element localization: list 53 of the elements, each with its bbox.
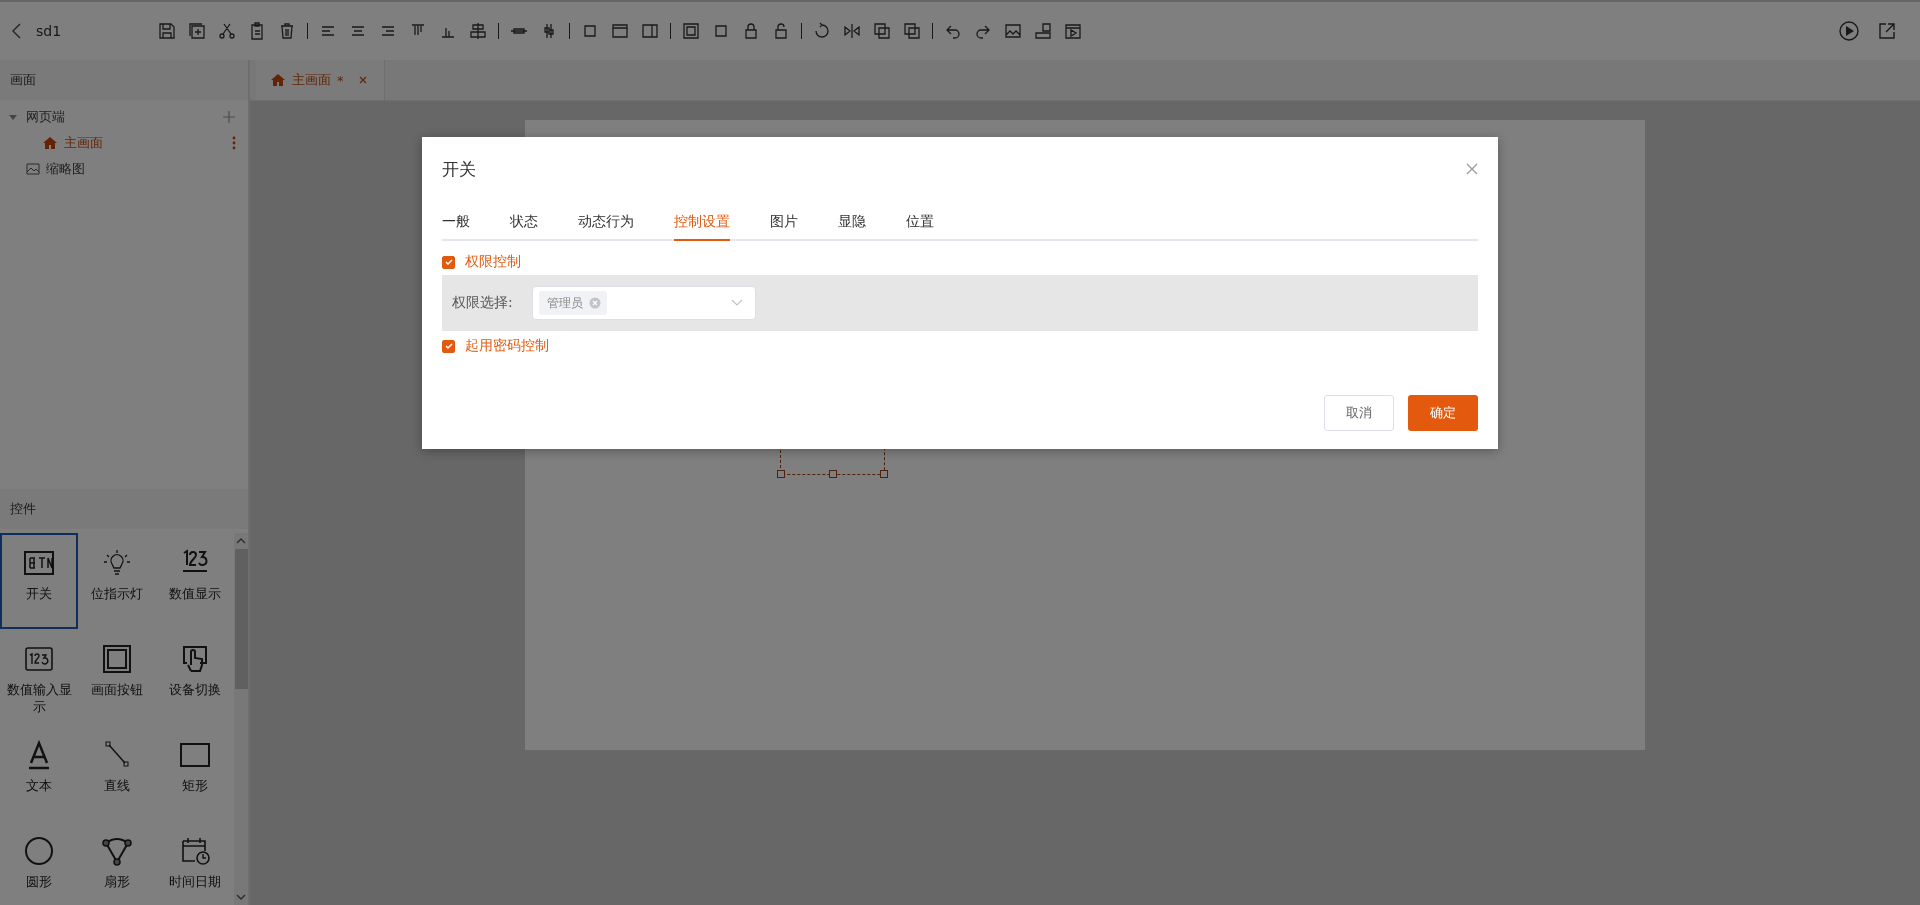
scroll-up-icon[interactable]	[236, 537, 246, 545]
widget-item[interactable]: 文本	[0, 725, 78, 821]
frame-button-icon	[100, 643, 134, 675]
widget-item[interactable]: 设备切换	[156, 629, 234, 725]
caret-icon[interactable]	[8, 112, 18, 122]
select-field[interactable]: 管理员	[532, 286, 756, 320]
back-icon[interactable]	[10, 21, 24, 41]
home-icon	[42, 136, 58, 150]
dialog-tab[interactable]: 状态	[510, 203, 538, 241]
dialog-tab[interactable]: 一般	[442, 203, 470, 241]
pages-header: 画面	[0, 60, 248, 100]
tag: 管理员	[539, 291, 607, 315]
widget-item[interactable]: 扇形	[78, 821, 156, 905]
widget-item[interactable]: 圆形	[0, 821, 78, 905]
tree-item[interactable]: 缩略图	[46, 160, 85, 178]
dialog-tab[interactable]: 动态行为	[578, 203, 634, 241]
scrollbar[interactable]	[234, 533, 248, 905]
scroll-down-icon[interactable]	[236, 893, 246, 901]
chevron-down-icon	[731, 299, 743, 307]
checkbox-label[interactable]: 起用密码控制	[465, 337, 549, 355]
widget-item[interactable]: 矩形	[156, 725, 234, 821]
field-label: 权限选择:	[452, 294, 514, 312]
image-icon	[26, 162, 40, 176]
widgets-header: 控件	[0, 489, 248, 529]
dialog-tab[interactable]: 显隐	[838, 203, 866, 241]
dialog-tab[interactable]: 图片	[770, 203, 798, 241]
check-icon	[443, 341, 454, 351]
close-icon[interactable]	[1466, 163, 1478, 175]
widget-item[interactable]: 开关	[0, 533, 78, 629]
play-icon[interactable]	[1836, 18, 1862, 44]
check-icon	[443, 257, 454, 267]
project-title: sd1	[36, 23, 63, 39]
widget-item[interactable]: 位指示灯	[78, 533, 156, 629]
confirm-button[interactable]: 确定	[1408, 395, 1478, 431]
dialog-title: 开关	[442, 157, 476, 181]
widget-item[interactable]: 画面按钮	[78, 629, 156, 725]
tree-item[interactable]: 主画面	[64, 134, 103, 152]
sector-icon	[100, 835, 134, 867]
widget-item[interactable]: 数值输入显示	[0, 629, 78, 725]
checkbox[interactable]	[442, 339, 455, 353]
more-icon[interactable]	[232, 136, 236, 150]
dialog-tab[interactable]: 控制设置	[674, 203, 730, 241]
home-icon	[270, 73, 286, 87]
close-icon[interactable]	[357, 75, 368, 85]
widget-item[interactable]: 直线	[78, 725, 156, 821]
widget-item[interactable]: 时间日期	[156, 821, 234, 905]
cancel-button[interactable]: 取消	[1324, 395, 1394, 431]
tree-folder[interactable]: 网页端	[26, 108, 65, 126]
checkbox[interactable]	[442, 255, 455, 269]
widget-item[interactable]: 数值显示	[156, 533, 234, 629]
checkbox-label[interactable]: 权限控制	[465, 253, 521, 271]
circle-icon	[22, 835, 56, 867]
dialog-tab[interactable]: 位置	[906, 203, 934, 241]
